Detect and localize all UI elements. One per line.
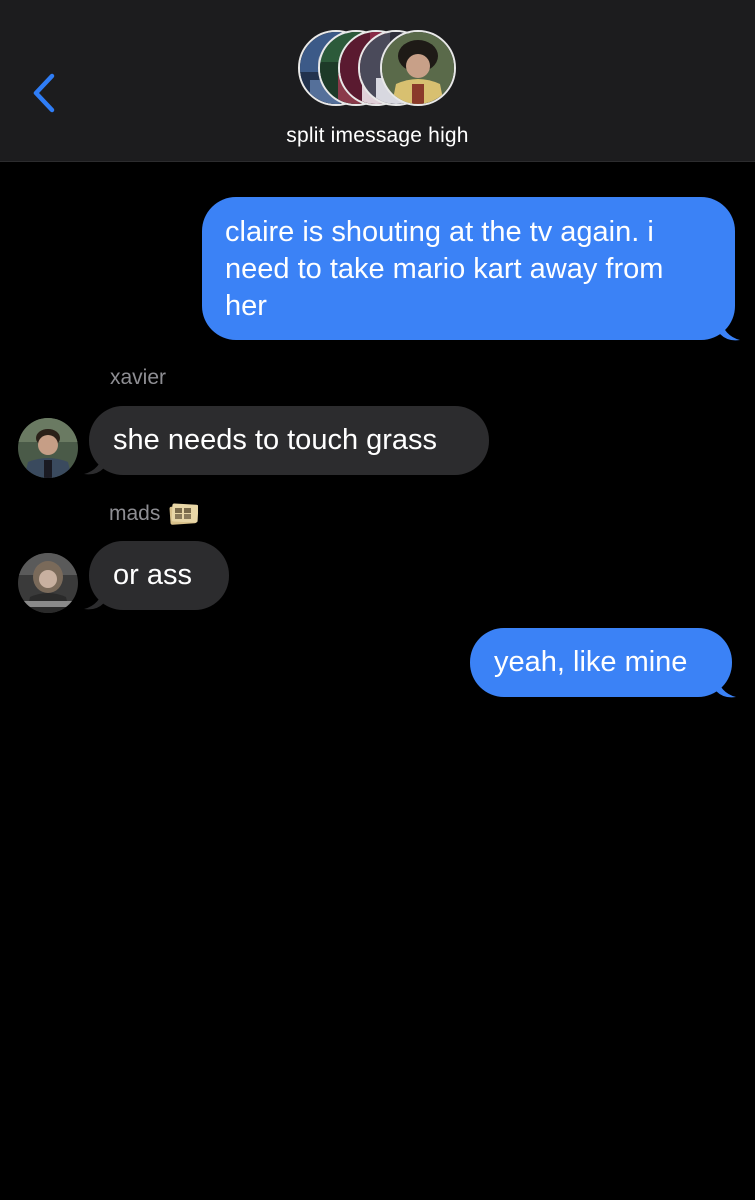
received-message-bubble[interactable]: or ass (89, 541, 229, 610)
sent-message-bubble[interactable]: yeah, like mine (470, 628, 732, 697)
message-line: her (225, 290, 267, 322)
xavier-avatar[interactable] (18, 418, 78, 478)
received-message-bubble[interactable]: she needs to touch grass (89, 406, 489, 475)
message-line: yeah, like mine (494, 646, 688, 678)
message-line: claire is shouting at the tv again. i (225, 216, 654, 248)
sender-name-text: mads (109, 502, 161, 525)
bubble-tail (84, 452, 104, 475)
sender-name: xavier (110, 366, 167, 389)
conversation-header: split imessage high (0, 0, 755, 162)
participant-avatar (380, 30, 456, 106)
film-frames-icon (169, 503, 199, 525)
imessage-screen: split imessage high claire is shouting a… (0, 0, 755, 1200)
bubble-tail (716, 675, 736, 698)
sender-name: mads (109, 501, 199, 527)
group-name[interactable]: split imessage high (0, 124, 755, 148)
back-button[interactable] (22, 68, 66, 118)
chevron-left-icon (33, 73, 55, 113)
bubble-tail (720, 318, 740, 341)
bubble-tail (84, 587, 104, 610)
message-line: she needs to touch grass (113, 424, 438, 456)
sent-message-bubble[interactable]: claire is shouting at the tv again. i ne… (202, 197, 735, 340)
group-avatar-stack[interactable] (298, 30, 458, 112)
message-line: or ass (113, 559, 192, 591)
message-line: need to take mario kart away from (225, 253, 664, 285)
mads-avatar[interactable] (18, 553, 78, 613)
